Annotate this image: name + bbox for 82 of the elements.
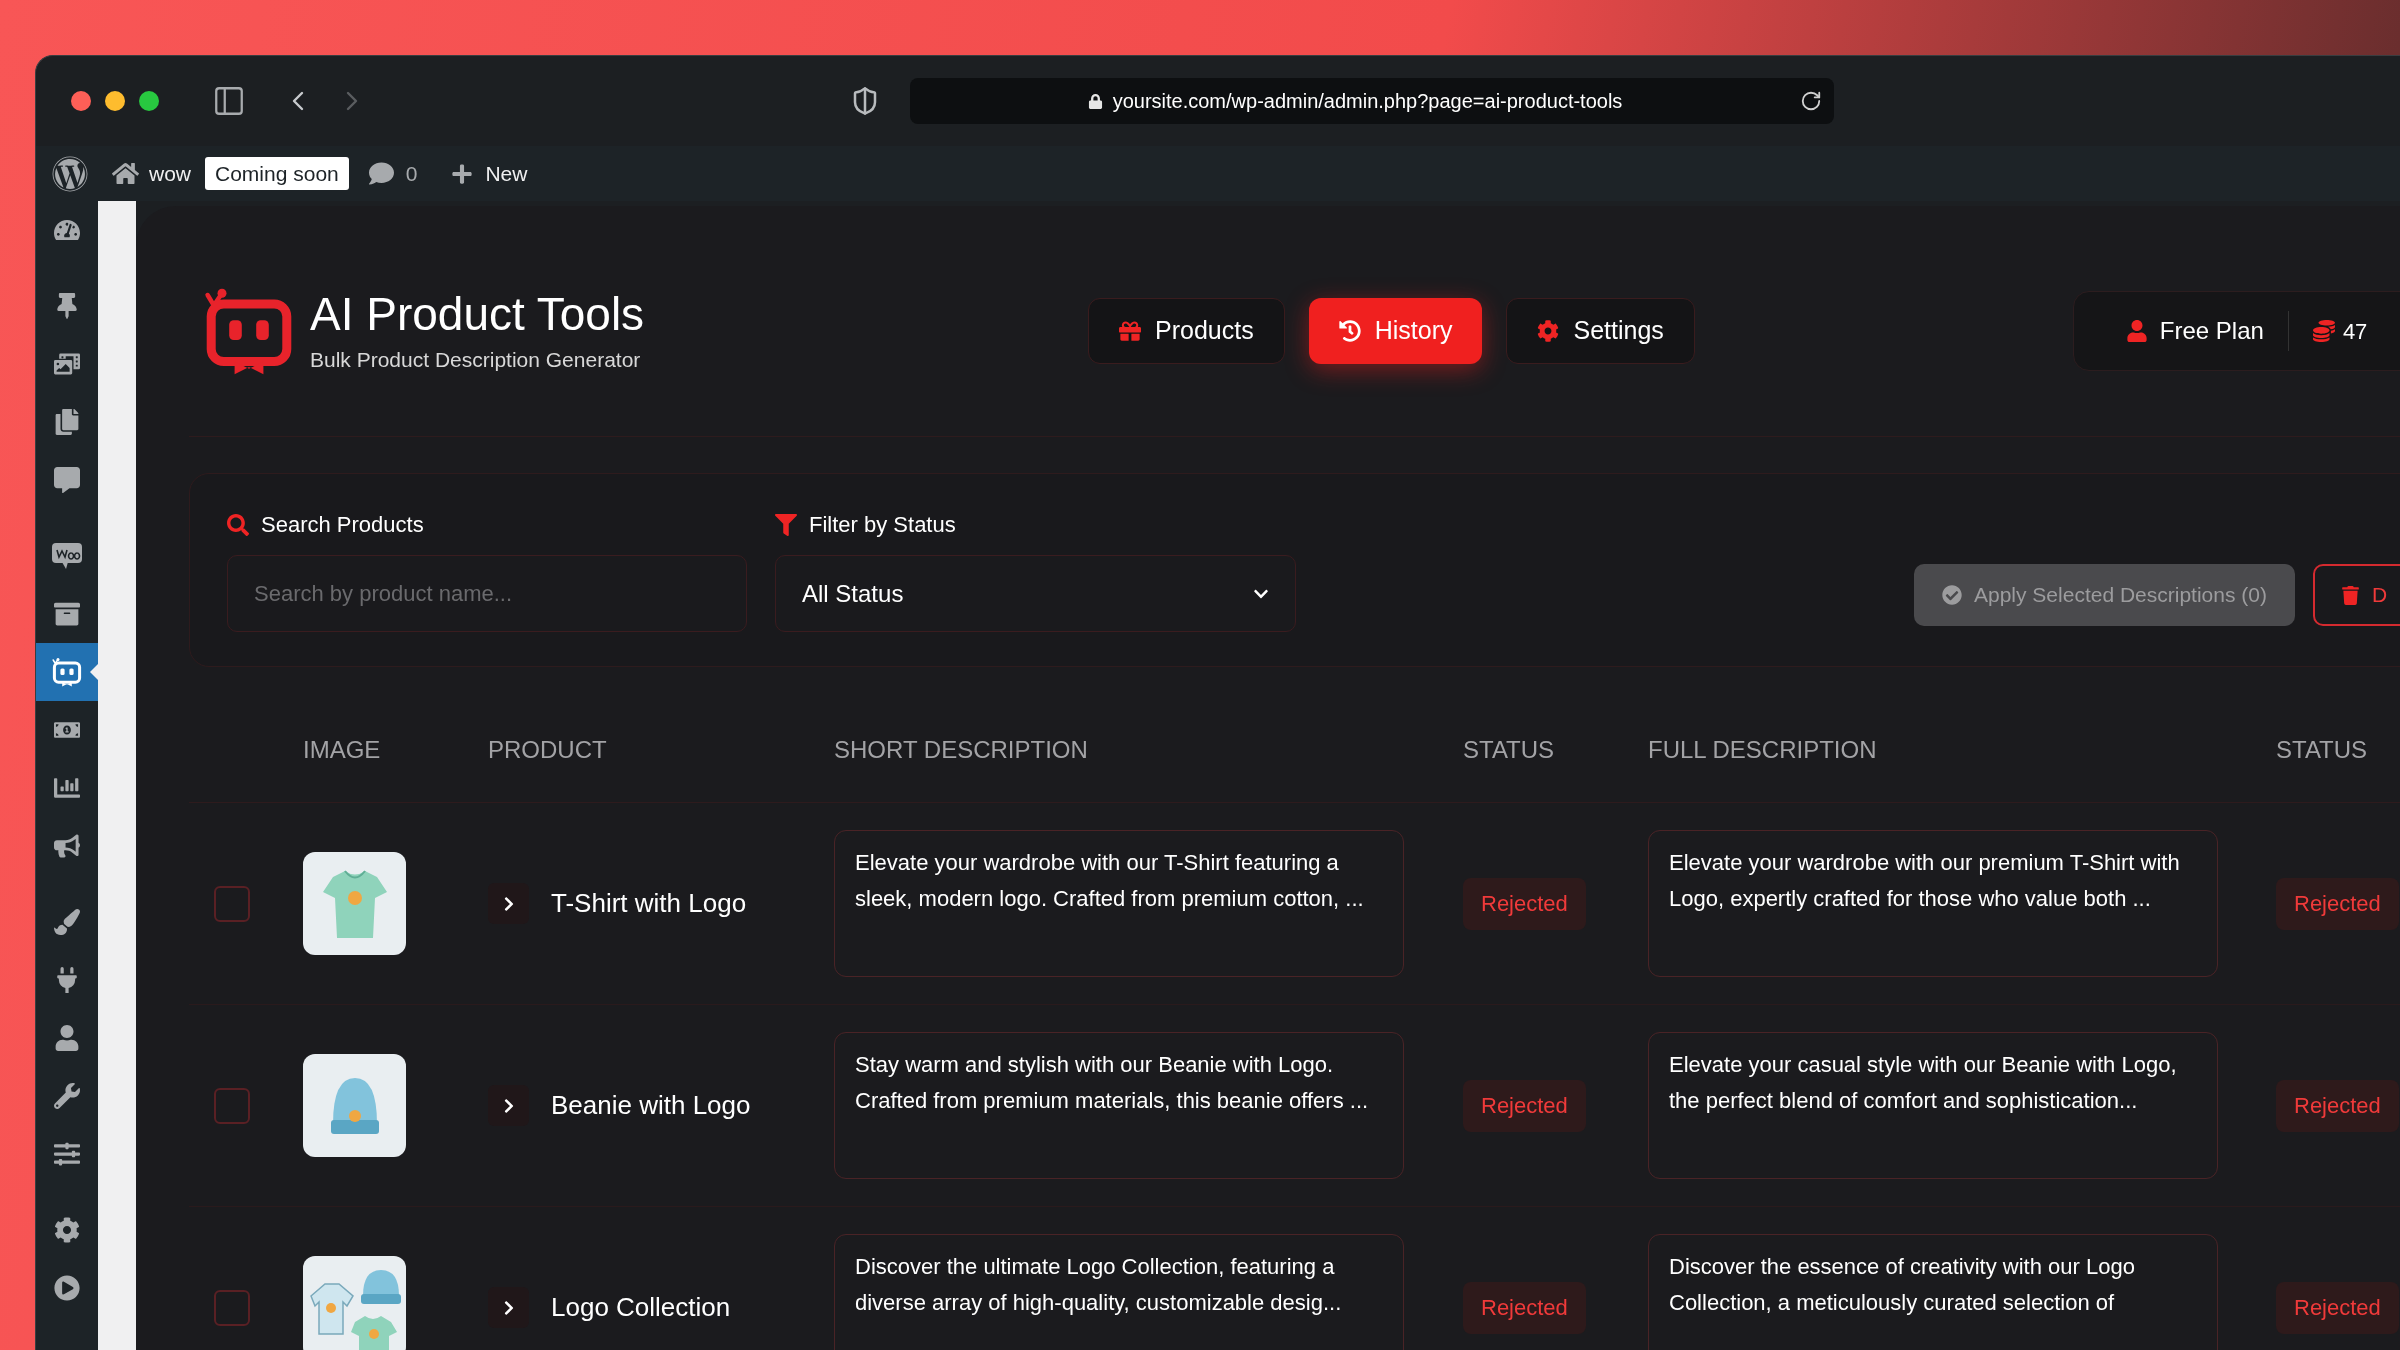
app-title: AI Product Tools bbox=[310, 287, 646, 343]
column-header: PRODUCT bbox=[488, 734, 607, 765]
woo-bubble-icon bbox=[52, 543, 82, 569]
settings-icon bbox=[1537, 320, 1560, 342]
megaphone-icon bbox=[54, 833, 80, 859]
description-box: Elevate your wardrobe with our premium T-Shirt with Logo, expertly crafted for those who value both ... bbox=[1648, 830, 2218, 977]
search-label: Search Products bbox=[261, 511, 424, 539]
sidebar-menu-item[interactable] bbox=[36, 643, 98, 701]
column-header: STATUS bbox=[2276, 734, 2368, 765]
app-subtitle: Bulk Product Description Generator bbox=[310, 347, 642, 374]
nav-tab[interactable]: History bbox=[1308, 298, 1483, 364]
trash-icon bbox=[2340, 585, 2360, 605]
pin-icon bbox=[54, 293, 80, 319]
archive-icon bbox=[54, 601, 80, 627]
status-badge: Rejected bbox=[2276, 877, 2399, 930]
site-name-link[interactable]: wow bbox=[149, 157, 191, 190]
column-header: FULL DESCRIPTION bbox=[1648, 734, 1877, 765]
credits-count: 47 bbox=[2342, 317, 2368, 346]
row-checkbox[interactable] bbox=[214, 885, 250, 922]
row-checkbox[interactable] bbox=[214, 1087, 250, 1124]
wordpress-logo-icon[interactable] bbox=[52, 155, 88, 192]
expand-row-button[interactable] bbox=[488, 1287, 529, 1328]
logo-icon bbox=[204, 286, 294, 376]
settings-icon bbox=[54, 1217, 80, 1243]
product-name: Beanie with Logo bbox=[551, 1089, 751, 1122]
play-icon bbox=[54, 1275, 80, 1301]
maximize-window-button[interactable] bbox=[139, 91, 159, 111]
new-link[interactable]: New bbox=[485, 157, 528, 190]
reload-icon[interactable] bbox=[1800, 90, 1822, 112]
expand-row-button[interactable] bbox=[488, 883, 529, 924]
sidebar-toggle-icon[interactable] bbox=[212, 84, 246, 118]
description-box: Stay warm and stylish with our Beanie with Logo. Crafted from premium materials, this beanie offers ... bbox=[834, 1032, 1404, 1179]
coming-soon-badge[interactable]: Coming soon bbox=[205, 156, 349, 191]
nav-tab[interactable]: Products bbox=[1088, 298, 1285, 364]
address-bar[interactable]: yoursite.com/wp-admin/admin.php?page=ai-product-tools bbox=[910, 78, 1834, 124]
pages-icon bbox=[54, 409, 80, 435]
column-header: STATUS bbox=[1463, 734, 1555, 765]
filter-label: Filter by Status bbox=[809, 511, 956, 539]
brush-icon bbox=[54, 909, 80, 935]
dashboard-icon bbox=[54, 217, 80, 243]
description-box: Discover the ultimate Logo Collection, featuring a diverse array of high-quality, customizable desig... bbox=[834, 1234, 1404, 1350]
description-box: Elevate your wardrobe with our T-Shirt featuring a sleek, modern logo. Crafted from premium cotton, ... bbox=[834, 830, 1404, 977]
status-badge: Rejected bbox=[1463, 877, 1586, 930]
delete-button[interactable]: D bbox=[2312, 564, 2400, 626]
status-badge: Rejected bbox=[1463, 1079, 1586, 1132]
status-badge: Rejected bbox=[1463, 1281, 1586, 1334]
chart-icon bbox=[54, 775, 80, 801]
close-window-button[interactable] bbox=[71, 91, 91, 111]
comment-count[interactable]: 0 bbox=[405, 157, 418, 190]
user-icon bbox=[54, 1025, 80, 1051]
column-header: SHORT DESCRIPTION bbox=[834, 734, 1088, 765]
media-icon bbox=[54, 351, 80, 377]
plug-icon bbox=[54, 967, 80, 993]
comment-icon bbox=[54, 467, 80, 493]
description-box: Elevate your casual style with our Beanie with Logo, the perfect blend of comfort and sophistication... bbox=[1648, 1032, 2218, 1179]
product-name: Logo Collection bbox=[551, 1291, 731, 1324]
home-icon[interactable] bbox=[112, 160, 139, 187]
plan-label: Free Plan bbox=[2159, 316, 2264, 346]
product-name: T-Shirt with Logo bbox=[551, 887, 747, 920]
status-select[interactable]: All Status bbox=[775, 555, 1296, 632]
gift-icon bbox=[1119, 320, 1141, 342]
sliders-icon bbox=[54, 1141, 80, 1167]
filter-icon bbox=[775, 513, 797, 536]
row-checkbox[interactable] bbox=[214, 1289, 250, 1326]
coins-icon bbox=[2312, 320, 2335, 342]
lock-icon bbox=[1087, 93, 1103, 109]
search-field[interactable]: Search by product name... bbox=[227, 555, 747, 632]
url-text: yoursite.com/wp-admin/admin.php?page=ai-product-tools bbox=[1112, 89, 1623, 114]
status-badge: Rejected bbox=[2276, 1079, 2399, 1132]
robot-icon bbox=[52, 657, 82, 687]
nav-tab[interactable]: Settings bbox=[1506, 298, 1695, 364]
plus-icon[interactable] bbox=[451, 162, 474, 185]
expand-row-button[interactable] bbox=[488, 1085, 529, 1126]
comment-icon[interactable] bbox=[368, 161, 394, 186]
minimize-window-button[interactable] bbox=[105, 91, 125, 111]
wrench-icon bbox=[54, 1083, 80, 1109]
status-badge: Rejected bbox=[2276, 1281, 2399, 1334]
history-icon bbox=[1338, 320, 1361, 342]
column-header: IMAGE bbox=[303, 734, 381, 765]
description-box: Discover the essence of creativity with our Logo Collection, a meticulously curated selection of bbox=[1648, 1234, 2218, 1350]
user-icon bbox=[2125, 320, 2148, 342]
search-icon bbox=[227, 513, 249, 536]
